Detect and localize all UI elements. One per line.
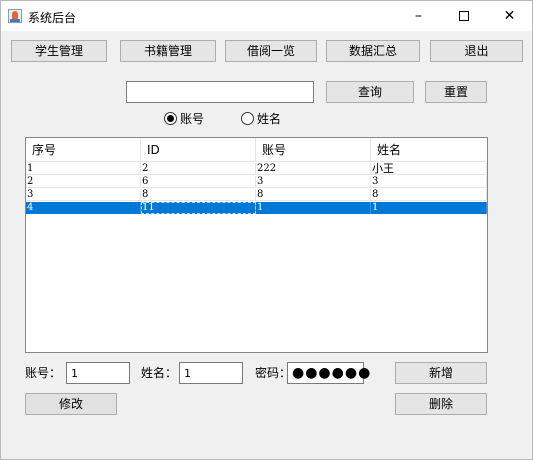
cell-id: 11 [141,202,256,214]
name-field[interactable] [179,362,243,384]
column-header-index[interactable]: 序号 [26,138,141,162]
radio-name-label: 姓名 [257,112,282,126]
cell-name: 8 [371,189,487,201]
table-header: 序号 ID 账号 姓名 [26,138,487,162]
delete-button[interactable]: 删除 [395,393,487,415]
cell-index: 3 [26,189,141,201]
query-button[interactable]: 查询 [326,81,414,103]
maximize-icon [458,11,469,21]
logout-button[interactable]: 退出 [430,40,523,62]
cell-index: 4 [26,202,141,214]
edit-button[interactable]: 修改 [25,393,117,415]
name-label: 姓名： [141,366,178,380]
data-summary-button[interactable]: 数据汇总 [326,40,420,62]
column-header-id[interactable]: ID [141,138,256,162]
add-button[interactable]: 新增 [395,362,487,384]
close-button[interactable]: ✕ [487,1,532,31]
table-row[interactable]: 3 8 8 8 [26,189,487,201]
minimize-button[interactable]: – [396,1,441,31]
table-row[interactable]: 2 6 3 3 [26,176,487,188]
table-row[interactable]: 1 2 222 小王 [26,163,487,175]
title-bar[interactable]: 系统后台 – ✕ [1,1,532,31]
column-header-account[interactable]: 账号 [256,138,371,162]
maximize-button[interactable] [441,1,486,31]
radio-account[interactable]: 账号 [164,111,204,127]
window-title: 系统后台 [28,11,77,25]
radio-unchecked-icon [241,112,254,125]
reset-button[interactable]: 重置 [425,81,487,103]
table-row-selected[interactable]: 4 11 1 1 [26,202,487,214]
cell-name: 1 [371,202,487,214]
cell-id: 8 [141,189,256,201]
account-label: 账号： [25,366,62,380]
password-label: 密码： [255,366,292,380]
password-field[interactable]: ●●●●●● [287,362,370,384]
cell-account: 8 [256,189,371,201]
cell-index: 2 [26,176,141,188]
radio-account-label: 账号 [180,112,205,126]
records-table[interactable]: 序号 ID 账号 姓名 1 2 222 小王 2 6 3 3 3 8 8 8 4… [25,137,488,353]
student-management-button[interactable]: 学生管理 [11,40,107,62]
cell-account: 222 [256,163,371,175]
cell-id: 6 [141,176,256,188]
cell-account: 3 [256,176,371,188]
account-field[interactable] [66,362,130,384]
book-management-button[interactable]: 书籍管理 [120,40,216,62]
cell-index: 1 [26,163,141,175]
java-app-icon [8,9,22,23]
cell-name: 3 [371,176,487,188]
cell-name: 小王 [371,163,487,175]
cell-account: 1 [256,202,371,214]
search-input[interactable] [126,81,314,103]
radio-checked-icon [164,112,177,125]
app-window: 系统后台 – ✕ 学生管理 书籍管理 借阅一览 数据汇总 退出 查询 重置 账号… [0,0,533,460]
column-header-name[interactable]: 姓名 [371,138,487,162]
radio-name[interactable]: 姓名 [241,111,281,127]
cell-id: 2 [141,163,256,175]
borrow-list-button[interactable]: 借阅一览 [225,40,317,62]
